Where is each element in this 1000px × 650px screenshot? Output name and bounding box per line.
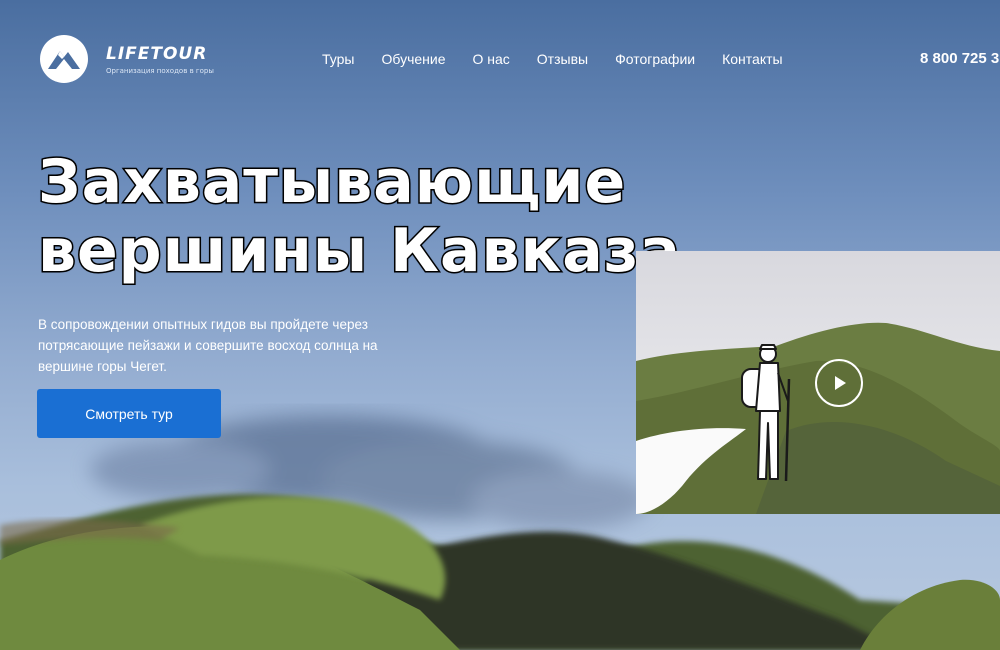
view-tour-button[interactable]: Смотреть тур <box>37 389 221 438</box>
nav-item-training[interactable]: Обучение <box>381 51 445 67</box>
nav-item-photos[interactable]: Фотографии <box>615 51 695 67</box>
logo-tagline: Организация походов в горы <box>106 66 214 75</box>
hero-description: В сопровождении опытных гидов вы пройдет… <box>38 316 378 374</box>
hero-title-line-1: Захватывающие <box>36 146 627 218</box>
mountain-logo-icon <box>40 35 88 83</box>
phone-number[interactable]: 8 800 725 3 <box>920 50 999 67</box>
nav-item-reviews[interactable]: Отзывы <box>537 51 588 67</box>
play-icon <box>835 376 846 390</box>
play-button[interactable] <box>815 359 863 407</box>
nav-item-about[interactable]: О нас <box>473 51 510 67</box>
main-nav: Туры Обучение О нас Отзывы Фотографии Ко… <box>322 51 810 67</box>
hero-title-line-2: вершины Кавказа <box>36 215 682 287</box>
site-logo[interactable]: LIFETOUR Организация походов в горы <box>38 33 214 85</box>
logo-name: LIFETOUR <box>106 43 208 64</box>
nav-item-contacts[interactable]: Контакты <box>722 51 782 67</box>
nav-item-tours[interactable]: Туры <box>322 51 354 67</box>
hero-title: Захватывающие вершины Кавказа <box>36 146 718 287</box>
